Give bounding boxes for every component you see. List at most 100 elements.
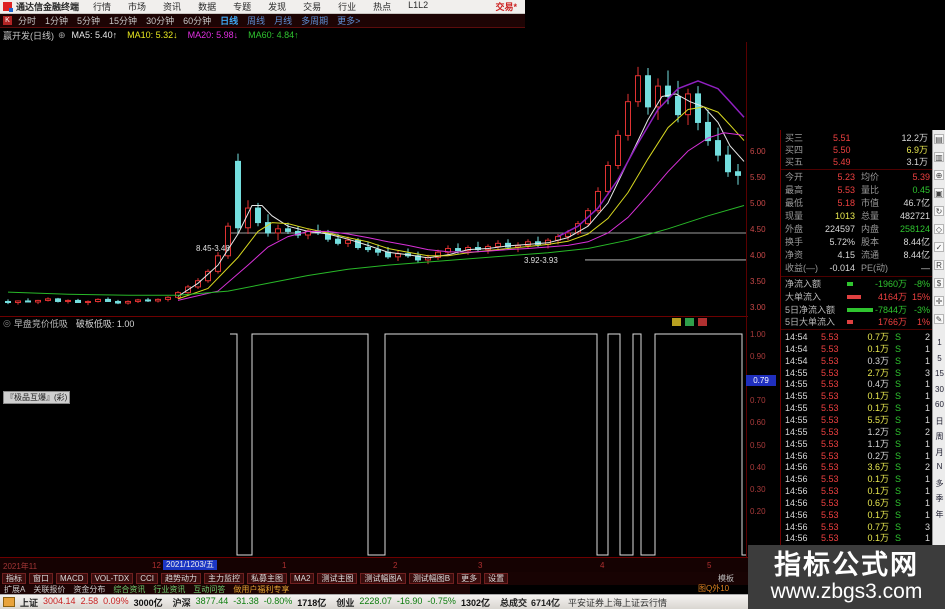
timeframe-更多>[interactable]: 更多> xyxy=(337,14,360,27)
tick-direction: S xyxy=(895,486,902,497)
timeframe-5分钟[interactable]: 5分钟 xyxy=(77,14,100,27)
tick-time: 14:56 xyxy=(785,474,808,485)
index-quote[interactable]: 创业 2228.07 -16.90 -0.75% 1302亿 xyxy=(336,596,490,609)
kline-icon[interactable]: K xyxy=(3,16,12,25)
timeframe-60分钟[interactable]: 60分钟 xyxy=(183,14,211,27)
tick-direction: S xyxy=(895,474,902,485)
menu-item[interactable]: 行情 xyxy=(93,0,111,13)
indicator-tab[interactable]: MA2 xyxy=(290,573,315,584)
subchart-mini-buttons[interactable] xyxy=(672,318,707,326)
stat-label: 今开 xyxy=(785,172,804,182)
indicator-tab[interactable]: 私募主图 xyxy=(247,573,288,584)
menu-item[interactable]: 热点 xyxy=(373,0,391,13)
list-icon[interactable]: ▤ xyxy=(934,134,944,144)
index-quote[interactable]: 上证 3004.14 2.58 0.09% 3000亿 xyxy=(20,596,163,609)
stat-label: 最低 xyxy=(785,198,804,208)
indicator-tab[interactable]: VOL-TDX xyxy=(90,573,134,584)
indicator-tab[interactable]: MACD xyxy=(56,573,88,584)
indicator-dot-icon: ◎ xyxy=(3,318,11,328)
stat-label: 最高 xyxy=(785,185,804,195)
signal-axis-label: 0.20 xyxy=(750,506,766,516)
period-shortcut-N[interactable]: N xyxy=(933,462,945,471)
subchart-indicator-name[interactable]: 早盘竞价低吸 xyxy=(14,317,68,330)
period-shortcut-15[interactable]: 15 xyxy=(933,369,945,378)
period-shortcut-多[interactable]: 多 xyxy=(933,478,945,489)
menu-item[interactable]: 市场 xyxy=(128,0,146,13)
menu-item[interactable]: 交易 xyxy=(303,0,321,13)
period-shortcut-30[interactable]: 30 xyxy=(933,385,945,394)
tick-price: 5.53 xyxy=(821,521,839,532)
timeframe-周线[interactable]: 周线 xyxy=(247,14,265,27)
dollar-icon[interactable]: $ xyxy=(934,278,944,288)
move-icon[interactable]: ✛ xyxy=(934,296,944,306)
indicator-tab[interactable]: 趋势动力 xyxy=(161,573,202,584)
signal-axis-label: 0.50 xyxy=(750,440,766,450)
timeframe-多周期[interactable]: 多周期 xyxy=(301,14,328,27)
menu-item[interactable]: 资讯 xyxy=(163,0,181,13)
indicator-tab[interactable]: 设置 xyxy=(484,573,509,584)
indicator-tab[interactable]: 更多 xyxy=(457,573,482,584)
timeframe-15分钟[interactable]: 15分钟 xyxy=(109,14,137,27)
stat-label: 均价 xyxy=(861,172,880,182)
indicator-tab[interactable]: 测试主图 xyxy=(317,573,358,584)
period-shortcut-1[interactable]: 1 xyxy=(933,338,945,347)
quote-panel: 买三 5.51 12.2万 买四 5.50 6.9万 买五 5.49 3.1万 今开 5.23 均价 5… xyxy=(781,130,932,545)
check-icon[interactable]: ✓ xyxy=(934,242,944,252)
watermark-url: www.zbgs3.com xyxy=(770,580,923,603)
tick-price: 5.53 xyxy=(821,533,839,544)
menu-item[interactable]: 专题 xyxy=(233,0,251,13)
pen-icon[interactable]: ✎ xyxy=(934,314,944,324)
photo-icon[interactable]: ▣ xyxy=(934,188,944,198)
indicator-tab[interactable]: 窗口 xyxy=(29,573,53,584)
price-axis-label: 6.00 xyxy=(750,146,766,156)
period-shortcut-月[interactable]: 月 xyxy=(933,447,945,458)
period-shortcut-日[interactable]: 日 xyxy=(933,416,945,427)
rsi-icon[interactable]: R xyxy=(934,260,944,270)
indicator-tab[interactable]: CCI xyxy=(136,573,159,584)
menu-item[interactable]: 数据 xyxy=(198,0,216,13)
timeframe-1分钟[interactable]: 1分钟 xyxy=(45,14,68,27)
stat-value: 0.45 xyxy=(912,185,930,195)
drawing-tool-tag[interactable]: 『极品互爆』(彩) xyxy=(3,391,71,404)
fund-label: 5日净流入额 xyxy=(785,304,836,315)
signal-indicator-chart[interactable] xyxy=(0,330,746,557)
tick-time: 14:54 xyxy=(785,355,808,366)
signal-axis-label: 0.30 xyxy=(750,484,766,494)
plus-circle-icon[interactable]: ⊕ xyxy=(934,170,944,180)
period-shortcut-年[interactable]: 年 xyxy=(933,509,945,520)
menu-item[interactable]: L1L2 xyxy=(408,0,428,13)
tick-row: 14:56 5.53 3.6万 S 2 xyxy=(781,461,932,473)
pane-divider xyxy=(0,316,748,317)
mini-button-red[interactable] xyxy=(698,318,707,326)
indicator-tab[interactable]: 指标 xyxy=(2,573,26,584)
indicator-tab[interactable]: 主力监控 xyxy=(204,573,245,584)
fund-flow-row: 5日净流入额 -7844万 -3% xyxy=(781,304,932,316)
index-quote[interactable]: 沪深 3877.44 -31.38 -0.80% 1718亿 xyxy=(173,596,327,609)
main-candlestick-chart[interactable]: 8.45-3.48 3.92-3.93 xyxy=(0,42,746,316)
timeframe-30分钟[interactable]: 30分钟 xyxy=(146,14,174,27)
period-shortcut-周[interactable]: 周 xyxy=(933,431,945,442)
timeframe-日线[interactable]: 日线 xyxy=(220,14,238,27)
stat-value: — xyxy=(921,263,930,273)
menu-item[interactable]: 发现 xyxy=(268,0,286,13)
mini-button-green[interactable] xyxy=(685,318,694,326)
menu-item[interactable]: 行业 xyxy=(338,0,356,13)
timeframe-月线[interactable]: 月线 xyxy=(274,14,292,27)
refresh-icon[interactable]: ↻ xyxy=(934,206,944,216)
note-icon[interactable]: ▥ xyxy=(934,152,944,162)
trade-link[interactable]: 交易* xyxy=(495,0,517,13)
period-shortcut-5[interactable]: 5 xyxy=(933,354,945,363)
period-shortcut-60[interactable]: 60 xyxy=(933,400,945,409)
folder-icon[interactable] xyxy=(3,597,15,607)
period-shortcut-季[interactable]: 季 xyxy=(933,493,945,504)
menu-bar: 通达信金融终端 行情 市场 资讯 数据 专题 发现 交易 行业 热点 L1L2 交易* xyxy=(0,0,525,14)
indicator-tab[interactable]: 测试幅图B xyxy=(408,573,455,584)
plus-circle-icon[interactable]: ⊕ xyxy=(58,30,66,41)
mini-button-yellow[interactable] xyxy=(672,318,681,326)
diamond-icon[interactable]: ◇ xyxy=(934,224,944,234)
tick-row: 14:54 5.53 0.1万 S 1 xyxy=(781,343,932,355)
date-mark: 3 xyxy=(478,561,483,570)
timeframe-分时[interactable]: 分时 xyxy=(18,14,36,27)
indicator-tab[interactable]: 测试幅图A xyxy=(360,573,406,584)
tdx-terminal-window: 通达信金融终端 行情 市场 资讯 数据 专题 发现 交易 行业 热点 L1L2 交易* K 分时 1… xyxy=(0,0,945,609)
